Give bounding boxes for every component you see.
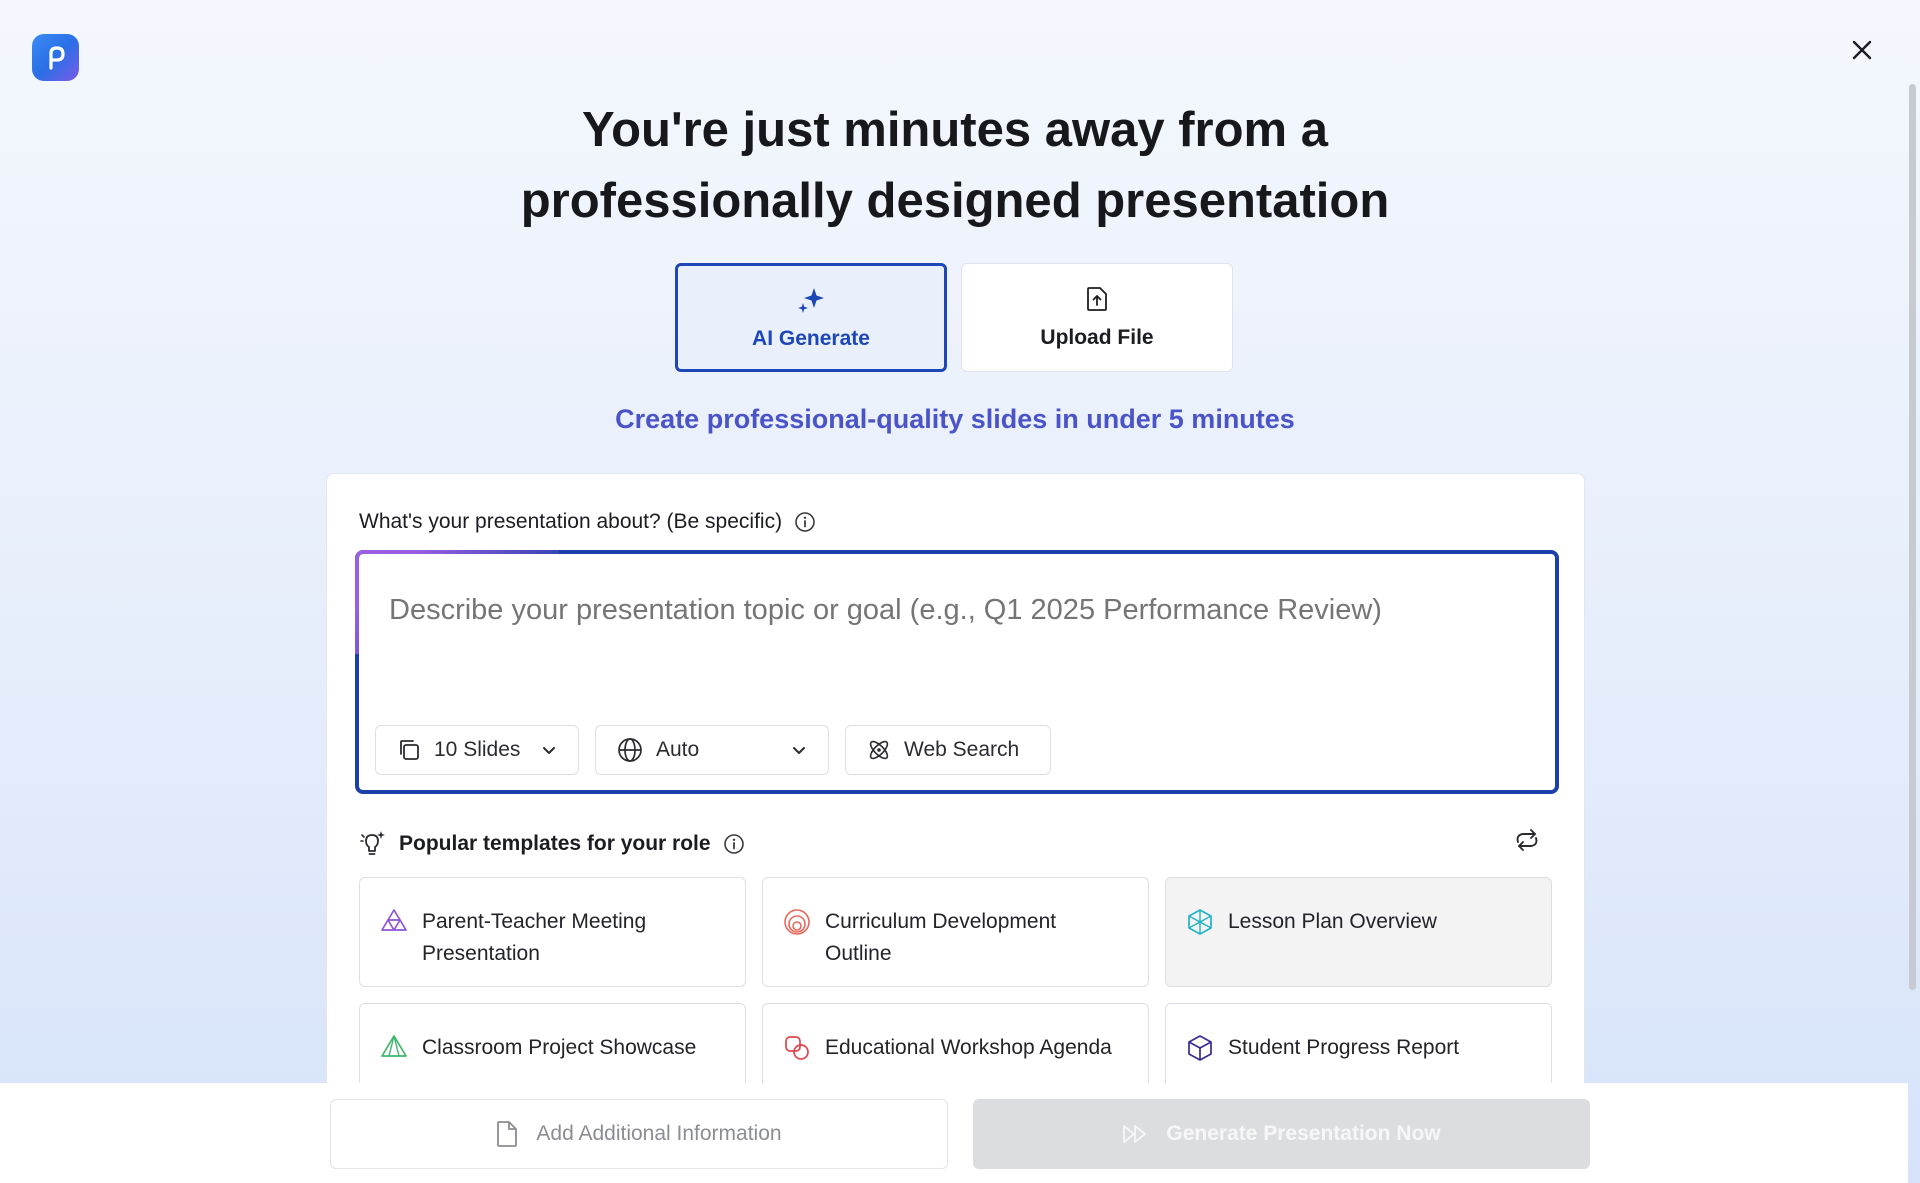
cube-icon	[1188, 1035, 1212, 1061]
tab-upload-file[interactable]: Upload File	[961, 263, 1233, 372]
info-icon[interactable]	[794, 511, 816, 533]
prompt-label: What's your presentation about? (Be spec…	[359, 510, 816, 534]
logo-icon	[48, 45, 65, 70]
language-value: Auto	[656, 738, 700, 761]
page-title: You're just minutes away from a professi…	[0, 95, 1910, 237]
sparkle-icon	[798, 287, 824, 313]
mode-tabs: AI Generate Upload File	[675, 263, 1233, 372]
templates-grid: Parent-Teacher Meeting Presentation Curr…	[359, 877, 1552, 1113]
app-logo	[32, 34, 79, 81]
template-card-curriculum[interactable]: Curriculum Development Outline	[762, 877, 1149, 987]
web-search-label: Web Search	[904, 738, 1020, 761]
template-label: Classroom Project Showcase	[422, 1036, 697, 1059]
tab-ai-generate-label: AI Generate	[752, 326, 870, 350]
hexagon-star-icon	[1188, 909, 1212, 935]
prompt-input[interactable]	[389, 594, 1519, 627]
globe-icon	[618, 738, 642, 762]
add-info-button[interactable]: Add Additional Information	[330, 1099, 948, 1169]
refresh-icon	[1516, 829, 1538, 851]
generate-presentation-button[interactable]: Generate Presentation Now	[973, 1099, 1590, 1169]
close-button[interactable]	[1846, 34, 1878, 66]
overlapping-squares-icon	[785, 1036, 809, 1060]
template-label: Student Progress Report	[1228, 1036, 1460, 1059]
templates-heading-text: Popular templates for your role	[399, 832, 711, 855]
fast-forward-icon	[1123, 1125, 1147, 1143]
templates-heading: Popular templates for your role	[359, 829, 745, 859]
slides-count-select[interactable]: 10 Slides	[375, 725, 579, 775]
web-search-toggle[interactable]: Web Search	[845, 725, 1051, 775]
file-upload-icon	[1087, 286, 1107, 311]
template-card-lesson-plan[interactable]: Lesson Plan Overview	[1165, 877, 1552, 987]
refresh-templates-button[interactable]	[1512, 827, 1542, 858]
slides-copy-icon	[400, 740, 419, 760]
page-title-line2: professionally designed presentation	[520, 174, 1390, 228]
chevron-down-icon	[543, 747, 555, 754]
add-info-label: Add Additional Information	[536, 1122, 782, 1145]
info-icon[interactable]	[723, 833, 745, 855]
chevron-down-icon	[793, 747, 805, 754]
tab-upload-file-label: Upload File	[1040, 325, 1154, 349]
generate-label: Generate Presentation Now	[1166, 1122, 1441, 1145]
language-select[interactable]: Auto	[595, 725, 829, 775]
tagline: Create professional-quality slides in un…	[615, 404, 1295, 434]
template-label: Lesson Plan Overview	[1228, 910, 1437, 933]
lightbulb-sparkle-icon	[360, 831, 385, 855]
triangle-layers-icon	[381, 1035, 407, 1057]
document-icon	[497, 1121, 518, 1147]
scrollbar[interactable]	[1909, 84, 1916, 990]
template-label: Curriculum Development Outline	[825, 910, 1057, 965]
page-title-line1: You're just minutes away from a	[582, 103, 1328, 157]
prompt-card: What's your presentation about? (Be spec…	[326, 473, 1585, 1113]
rainbow-arcs-icon	[784, 909, 810, 935]
close-icon	[1852, 40, 1872, 60]
template-label: Parent-Teacher Meeting Presentation	[422, 910, 647, 965]
triangles-icon	[381, 909, 407, 931]
prompt-label-text: What's your presentation about? (Be spec…	[359, 510, 783, 533]
slides-count-value: 10 Slides	[434, 738, 521, 761]
template-card-parent-teacher[interactable]: Parent-Teacher Meeting Presentation	[359, 877, 746, 987]
prompt-box: 10 Slides Auto Web Search	[355, 550, 1559, 794]
template-label: Educational Workshop Agenda	[825, 1036, 1112, 1059]
footer-bar: Add Additional Information Generate Pres…	[0, 1083, 1908, 1183]
tab-ai-generate[interactable]: AI Generate	[675, 263, 947, 372]
atom-icon	[869, 740, 889, 760]
